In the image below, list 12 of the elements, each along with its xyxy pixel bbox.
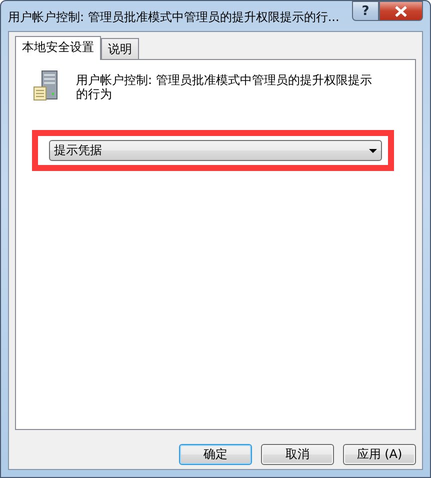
dropdown-arrow-icon (369, 148, 377, 152)
setting-dropdown[interactable]: 提示凭据 (49, 140, 382, 161)
dialog-button[interactable]: 应用 (A) (343, 444, 416, 465)
tab[interactable]: 本地安全设置 (15, 36, 101, 60)
tab[interactable]: 说明 (101, 38, 139, 59)
close-icon (395, 6, 407, 16)
help-button[interactable]: ? (352, 1, 379, 21)
close-button[interactable] (379, 1, 423, 21)
policy-name: 用户帐户控制: 管理员批准模式中管理员的提升权限提示的行为 (76, 73, 372, 101)
dialog-button[interactable]: 确定 (179, 444, 252, 465)
window-title: 用户帐户控制: 管理员批准模式中管理员的提升权限提示的行... (8, 9, 340, 26)
dialog-button[interactable]: 取消 (261, 444, 334, 465)
